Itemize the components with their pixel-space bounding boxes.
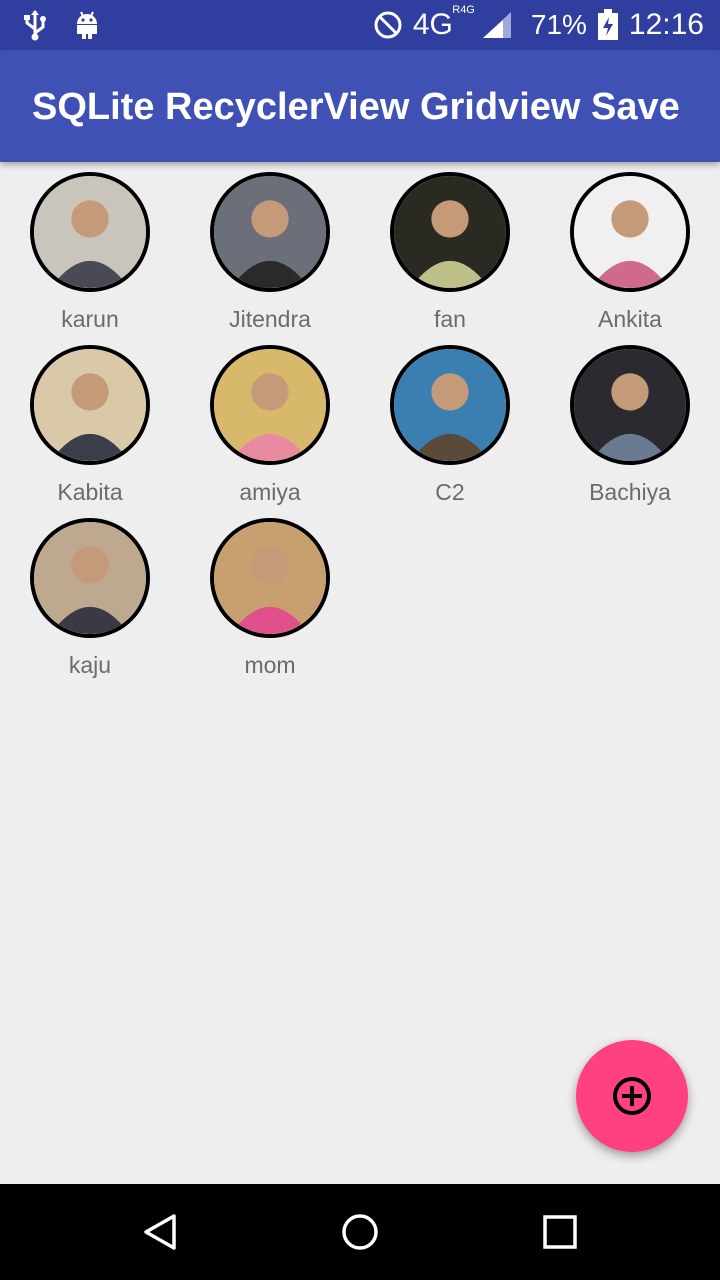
contact-item[interactable]: karun	[0, 170, 180, 335]
status-bar: 4G R4G 71% 12:16	[0, 0, 720, 50]
network-type: 4G R4G	[412, 4, 475, 41]
contact-avatar[interactable]	[210, 345, 330, 465]
contact-item[interactable]: Kabita	[0, 343, 180, 508]
navigation-bar	[0, 1184, 720, 1280]
battery-percentage: 71%	[530, 9, 587, 40]
contact-name: Jitendra	[229, 306, 311, 332]
contact-item[interactable]: fan	[360, 170, 540, 335]
photo-image	[34, 522, 146, 634]
photo-image	[394, 349, 506, 461]
contact-avatar[interactable]	[210, 172, 330, 292]
contact-name: fan	[434, 306, 466, 332]
add-circle-icon	[613, 1077, 651, 1115]
photo-image	[394, 176, 506, 288]
contact-avatar[interactable]	[570, 345, 690, 465]
recents-icon[interactable]	[540, 1212, 580, 1252]
add-button[interactable]	[576, 1040, 688, 1152]
contact-item[interactable]: mom	[180, 516, 360, 681]
contact-name: Bachiya	[589, 479, 671, 505]
photo-image	[34, 349, 146, 461]
android-debug-icon	[77, 11, 97, 39]
contact-avatar[interactable]	[30, 172, 150, 292]
do-not-disturb-icon	[374, 11, 402, 39]
contact-avatar[interactable]	[30, 518, 150, 638]
contact-item[interactable]: Jitendra	[180, 170, 360, 335]
contact-item[interactable]: C2	[360, 343, 540, 508]
back-icon[interactable]	[140, 1212, 180, 1252]
photo-image	[574, 176, 686, 288]
contact-name: kaju	[68, 652, 112, 678]
contact-name: C2	[435, 479, 465, 505]
contact-avatar[interactable]	[210, 518, 330, 638]
contact-name: Kabita	[57, 479, 123, 505]
app-title: SQLite RecyclerView Gridview Save	[32, 86, 680, 128]
contact-name: mom	[244, 652, 296, 678]
signal-icon	[482, 12, 511, 38]
home-icon[interactable]	[340, 1212, 380, 1252]
contact-name: Ankita	[598, 306, 662, 332]
contact-avatar[interactable]	[30, 345, 150, 465]
contact-name: karun	[61, 306, 119, 332]
contact-avatar[interactable]	[570, 172, 690, 292]
battery-charging-icon	[597, 9, 618, 40]
photo-image	[574, 349, 686, 461]
app-bar: SQLite RecyclerView Gridview Save	[0, 50, 720, 162]
photo-image	[34, 176, 146, 288]
photo-image	[214, 522, 326, 634]
usb-icon	[24, 10, 46, 41]
contact-item[interactable]: kaju	[0, 516, 180, 681]
photo-image	[214, 349, 326, 461]
contact-item[interactable]: amiya	[180, 343, 360, 508]
contact-item[interactable]: Ankita	[540, 170, 720, 335]
contact-name: amiya	[239, 479, 301, 505]
photo-image	[214, 176, 326, 288]
contacts-grid: karun Jitendra fan Ankita Kabita amiya C2 Bachi…	[0, 170, 720, 681]
clock: 12:16	[628, 8, 704, 41]
contact-avatar[interactable]	[390, 172, 510, 292]
contact-item[interactable]: Bachiya	[540, 343, 720, 508]
contact-avatar[interactable]	[390, 345, 510, 465]
